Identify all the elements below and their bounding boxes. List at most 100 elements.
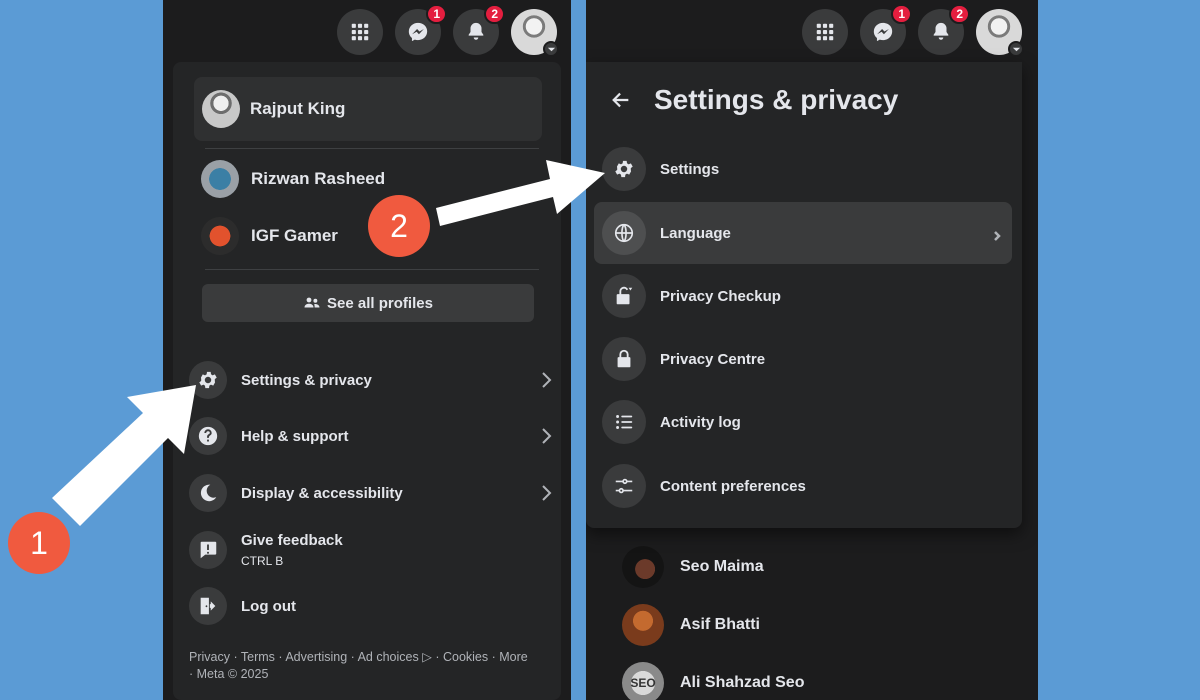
menu-button[interactable] [802, 9, 848, 55]
chevron-right-icon [537, 484, 555, 502]
profile-name: Rajput King [250, 99, 346, 118]
settings-privacy-menu: Settings & privacy Settings Language Pri… [586, 62, 1022, 528]
menu-button[interactable] [337, 9, 383, 55]
contact-item[interactable]: SEO Ali Shahzad Seo [622, 658, 804, 700]
avatar [622, 546, 664, 588]
footer-link-privacy[interactable]: Privacy [189, 650, 230, 664]
chevron-right-icon [992, 228, 1002, 241]
globe-icon [602, 211, 646, 255]
messenger-button[interactable]: 1 [395, 4, 447, 55]
footer-link-cookies[interactable]: Cookies [443, 650, 488, 664]
back-arrow-icon[interactable] [610, 89, 632, 111]
shortcut-label: CTRL B [241, 554, 284, 568]
contact-name: Asif Bhatti [680, 616, 760, 633]
profile-avatar-button[interactable] [976, 9, 1024, 57]
contact-name: Seo Maima [680, 558, 764, 575]
ad-choices-icon: ▷ [422, 650, 432, 664]
logout-icon [189, 587, 227, 625]
avatar: SEO [622, 662, 664, 700]
settings-item-label: Settings [660, 160, 720, 178]
settings-item-activity-log[interactable]: Activity log [594, 391, 1012, 453]
lock-icon [602, 337, 646, 381]
grid-menu-icon [351, 23, 369, 41]
contact-item[interactable]: Asif Bhatti [622, 600, 760, 650]
gear-icon [189, 361, 227, 399]
see-all-profiles-label: See all profiles [327, 294, 433, 312]
chevron-down-icon [1008, 41, 1024, 57]
settings-privacy-panel: 1 2 Seo Maima Asif Bhatti SEO Ali Shahza… [586, 0, 1038, 700]
messenger-badge: 1 [426, 4, 447, 24]
messenger-button[interactable]: 1 [860, 4, 912, 55]
settings-item-privacy-checkup[interactable]: Privacy Checkup [594, 265, 1012, 327]
settings-item-label: Privacy Checkup [660, 287, 781, 305]
menu-item-label: Help & support [241, 427, 349, 445]
notifications-badge: 2 [949, 4, 970, 24]
help-icon [189, 417, 227, 455]
settings-item-content-preferences[interactable]: Content preferences [594, 455, 1012, 517]
settings-item-language[interactable]: Language [594, 202, 1012, 264]
sliders-icon [602, 464, 646, 508]
avatar [201, 160, 239, 198]
settings-item-label: Activity log [660, 413, 741, 431]
profile-name: Rizwan Rasheed [251, 169, 386, 188]
chevron-right-icon [537, 427, 555, 445]
menu-item-label: Settings & privacy [241, 371, 372, 389]
menu-item-help-support[interactable]: Help & support [189, 411, 555, 461]
profile-item-rizwan[interactable]: Rizwan Rasheed [201, 154, 385, 204]
gear-icon [602, 147, 646, 191]
moon-icon [189, 474, 227, 512]
account-menu: Rajput King Rizwan Rasheed IGF Gamer See… [173, 62, 561, 700]
divider [205, 269, 539, 270]
footer-link-terms[interactable]: Terms [241, 650, 275, 664]
profile-item-igf[interactable]: IGF Gamer [201, 211, 338, 261]
notifications-button[interactable]: 2 [453, 4, 505, 55]
contact-name: Ali Shahzad Seo [680, 674, 805, 691]
page-title: Settings & privacy [654, 84, 899, 115]
account-menu-panel: 1 2 Rajput King Rizwan Rasheed IGF Gamer… [163, 0, 571, 700]
notifications-button[interactable]: 2 [918, 4, 970, 55]
menu-item-label: Log out [241, 597, 296, 615]
avatar-text: SEO [630, 676, 656, 690]
settings-item-label: Content preferences [660, 477, 806, 495]
current-profile[interactable]: Rajput King [194, 77, 542, 141]
footer-links: Privacy · Terms · Advertising · Ad choic… [189, 650, 528, 681]
footer-link-ad-choices[interactable]: Ad choices ▷ [358, 650, 432, 664]
menu-item-settings-privacy[interactable]: Settings & privacy [189, 355, 555, 405]
top-bar: 1 2 [802, 4, 1024, 57]
avatar [202, 90, 240, 128]
settings-item-privacy-centre[interactable]: Privacy Centre [594, 328, 1012, 390]
list-icon [602, 400, 646, 444]
bell-icon [468, 22, 484, 40]
settings-item-settings[interactable]: Settings [594, 138, 1012, 200]
profiles-icon [304, 297, 320, 308]
menu-item-text: Give feedback CTRL B [241, 532, 343, 568]
menu-item-display-accessibility[interactable]: Display & accessibility [189, 468, 555, 518]
divider [205, 148, 539, 149]
menu-item-label: Display & accessibility [241, 484, 403, 502]
profile-avatar-button[interactable] [511, 9, 559, 57]
settings-item-label: Language [660, 224, 731, 242]
messenger-icon [873, 22, 893, 42]
messenger-icon [408, 22, 428, 42]
notifications-badge: 2 [484, 4, 505, 24]
copyright: Meta © 2025 [196, 667, 269, 681]
chevron-right-icon [537, 371, 555, 389]
lock-check-icon [602, 274, 646, 318]
footer-link-more[interactable]: More [499, 650, 527, 664]
menu-item-give-feedback[interactable]: Give feedback CTRL B [189, 525, 555, 575]
step-1-badge: 1 [8, 512, 70, 574]
menu-item-log-out[interactable]: Log out [189, 581, 555, 631]
avatar [201, 217, 239, 255]
step-2-badge: 2 [368, 195, 430, 257]
see-all-profiles-button[interactable]: See all profiles [202, 284, 534, 322]
grid-menu-icon [816, 23, 834, 41]
chevron-down-icon [543, 41, 559, 57]
contact-item[interactable]: Seo Maima [622, 542, 764, 592]
avatar [622, 604, 664, 646]
bell-icon [933, 22, 949, 40]
feedback-icon [189, 531, 227, 569]
settings-privacy-header: Settings & privacy [610, 84, 898, 116]
settings-item-label: Privacy Centre [660, 350, 766, 368]
footer-link-advertising[interactable]: Advertising [285, 650, 347, 664]
menu-item-label: Give feedback [241, 532, 343, 549]
